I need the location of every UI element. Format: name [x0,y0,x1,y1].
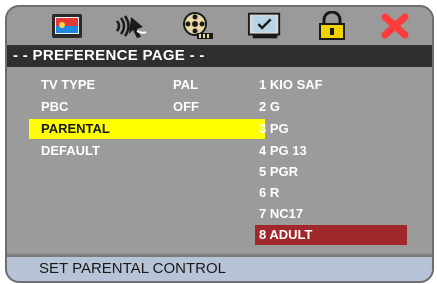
rating-option-label: 2 G [259,99,280,114]
rating-option-selected[interactable]: 8 ADULT [255,225,407,245]
status-text: SET PARENTAL CONTROL [39,260,226,277]
dvd-setup-screen: - - PREFERENCE PAGE - - TV TYPE PAL PBC … [0,0,437,284]
setup-frame: - - PREFERENCE PAGE - - TV TYPE PAL PBC … [5,5,434,283]
toolbar [7,7,432,45]
setting-value: OFF [173,99,199,114]
setting-parental[interactable]: PARENTAL [29,119,265,139]
setting-label: PARENTAL [41,121,110,136]
rating-option-label: 8 ADULT [259,227,313,242]
setting-label: TV TYPE [41,77,96,92]
rating-option-label: 5 PGR [259,164,299,179]
monitor-icon[interactable] [49,11,85,41]
rating-option-label: 1 KIO SAF [259,77,323,92]
close-icon[interactable] [377,11,413,41]
page-title: - - PREFERENCE PAGE - - [13,47,205,64]
rating-option-label: 3 PG [259,121,289,136]
setting-value: PAL [173,77,199,92]
checklist-icon[interactable] [247,11,283,41]
setting-label: DEFAULT [41,143,100,158]
setting-default[interactable]: DEFAULT [7,141,247,161]
rating-option[interactable]: 7 NC17 [255,204,407,224]
status-bar: SET PARENTAL CONTROL [7,255,432,281]
settings-panel: TV TYPE PAL PBC OFF PARENTAL DEFAULT 1 K… [7,67,432,253]
rating-option[interactable]: 1 KIO SAF [255,75,407,95]
rating-option-label: 7 NC17 [259,206,304,221]
rating-option-label: 4 PG 13 [259,143,307,158]
setting-tv-type[interactable]: TV TYPE PAL [7,75,247,95]
video-reel-icon[interactable] [179,11,215,41]
rating-option[interactable]: 3 PG [255,119,407,139]
rating-option-label: 6 R [259,185,280,200]
rating-option[interactable]: 6 R [255,183,407,203]
rating-option[interactable]: 2 G [255,97,407,117]
setting-pbc[interactable]: PBC OFF [7,97,247,117]
setting-label: PBC [41,99,69,114]
rating-option[interactable]: 5 PGR [255,162,407,182]
page-title-bar: - - PREFERENCE PAGE - - [7,45,432,67]
lock-icon[interactable] [314,11,350,41]
audio-icon[interactable] [113,11,149,41]
rating-option[interactable]: 4 PG 13 [255,141,407,161]
